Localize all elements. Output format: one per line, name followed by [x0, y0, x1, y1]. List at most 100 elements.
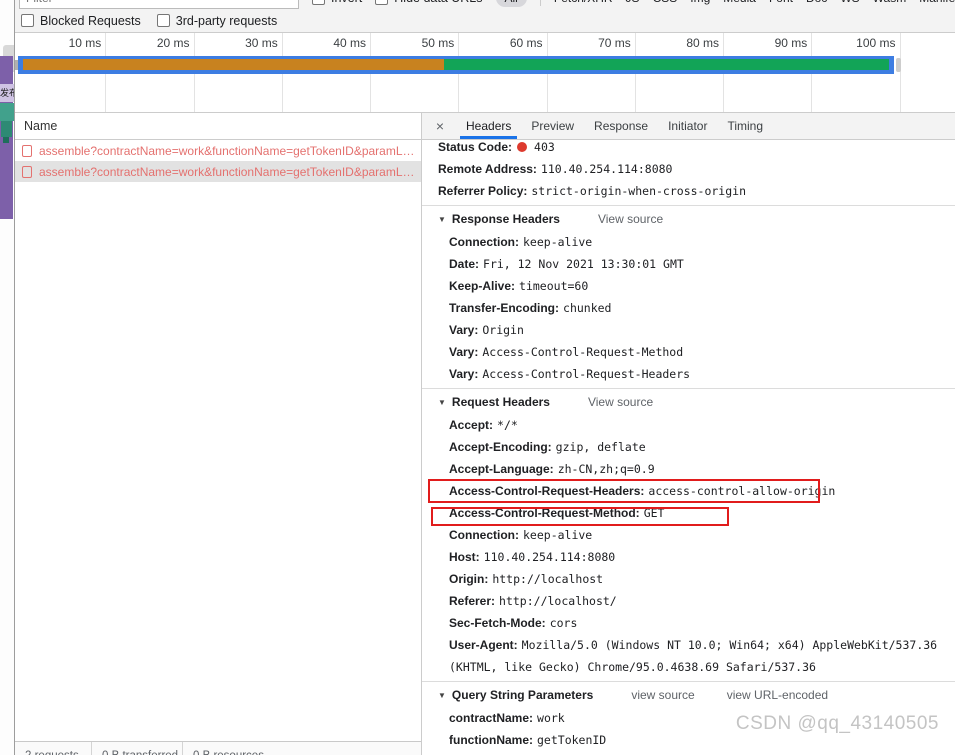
header-value: Origin	[482, 323, 524, 337]
type-filter-doc[interactable]: Doc	[806, 0, 827, 5]
timeline-tick-label: 80 ms	[686, 36, 719, 50]
header-name: User-Agent:	[449, 638, 518, 652]
third-party-requests-checkbox-group[interactable]: 3rd-party requests	[156, 14, 277, 28]
document-error-icon	[22, 144, 32, 157]
header-line: Transfer-Encoding: chunked	[438, 297, 945, 319]
tab-preview[interactable]: Preview	[521, 113, 584, 139]
timeline-selection-bar[interactable]	[18, 56, 894, 74]
timeline-tick-label: 100 ms	[856, 36, 896, 50]
page-teal-graphic	[0, 103, 14, 121]
summary-text: 2 requests	[25, 750, 81, 755]
header-line: Access-Control-Request-Headers: access-co…	[428, 479, 945, 503]
section-link[interactable]: View source	[598, 212, 663, 226]
timeline-right-handle[interactable]	[896, 58, 901, 72]
request-rows: assemble?contractName=work&functionName=…	[15, 140, 421, 182]
disclosure-triangle-icon[interactable]: ▼	[438, 398, 446, 407]
request-name-label: assemble?contractName=work&functionName=…	[39, 143, 415, 158]
tab-response[interactable]: Response	[584, 113, 658, 139]
header-line: Remote Address: 110.40.254.114:8080	[438, 158, 945, 180]
header-name: Vary:	[449, 367, 479, 381]
type-filter-all[interactable]: All	[495, 0, 527, 7]
section-link[interactable]: View source	[588, 395, 653, 409]
network-request-row[interactable]: assemble?contractName=work&functionName=…	[15, 161, 421, 182]
timeline-tick-label: 30 ms	[245, 36, 278, 50]
section-link[interactable]: view source	[631, 688, 694, 702]
header-name: Referrer Policy:	[438, 184, 528, 198]
header-value: 110.40.254.114:8080	[540, 162, 673, 176]
header-value: Mozilla/5.0 (Windows NT 10.0; Win64; x64…	[449, 638, 938, 674]
close-icon[interactable]: ×	[430, 113, 450, 139]
invert-checkbox[interactable]	[312, 0, 325, 5]
header-name: Accept-Encoding:	[449, 440, 552, 454]
blocked-requests-checkbox-group[interactable]: Blocked Requests	[21, 14, 141, 28]
section-header-response-headers[interactable]: ▼ Response Headers View source	[438, 208, 945, 231]
header-line: Vary: Access-Control-Request-Headers	[438, 363, 945, 385]
header-value: chunked	[563, 301, 612, 315]
section-title: Response Headers	[451, 212, 560, 226]
disclosure-triangle-icon[interactable]: ▼	[438, 691, 446, 700]
header-line: Connection: keep-alive	[438, 524, 945, 546]
tab-timing[interactable]: Timing	[717, 113, 773, 139]
header-name: Vary:	[449, 323, 479, 337]
type-filter-css[interactable]: CSS	[653, 0, 678, 5]
header-value: gzip, deflate	[555, 440, 646, 454]
header-value: cors	[549, 616, 578, 630]
header-line: Connection: keep-alive	[438, 231, 945, 253]
page-publish-button[interactable]: 发布	[0, 84, 14, 102]
header-name: Date:	[449, 257, 480, 271]
section-header-request-headers[interactable]: ▼ Request Headers View source	[438, 391, 945, 414]
header-name: functionName:	[449, 733, 533, 747]
section-divider	[422, 388, 955, 389]
type-filter-media[interactable]: Media	[723, 0, 756, 5]
header-line: Sec-Fetch-Mode: cors	[438, 612, 945, 634]
type-filter-fetch-xhr[interactable]: Fetch/XHR	[554, 0, 613, 5]
type-filter-wasm[interactable]: Wasm	[873, 0, 907, 5]
header-value: access-control-allow-origin	[648, 484, 836, 498]
header-value: Access-Control-Request-Headers	[482, 367, 691, 381]
tab-headers[interactable]: Headers	[456, 113, 521, 139]
section-divider	[422, 681, 955, 682]
header-name: Host:	[449, 550, 480, 564]
timeline-tick-label: 50 ms	[421, 36, 455, 50]
tab-initiator[interactable]: Initiator	[658, 113, 717, 139]
section-header-query-string-parameters[interactable]: ▼ Query String Parameters view source view …	[438, 684, 945, 707]
invert-checkbox-group[interactable]: Invert	[312, 0, 362, 5]
type-filter-ws[interactable]: WS	[840, 0, 859, 5]
header-line: Referer: http://localhost/	[438, 590, 945, 612]
type-filter-font[interactable]: Font	[769, 0, 793, 5]
timeline-activity-bar	[23, 59, 889, 70]
disclosure-triangle-icon[interactable]: ▼	[438, 215, 446, 224]
header-line: Vary: Access-Control-Request-Method	[438, 341, 945, 363]
header-line: Status Code: 403	[438, 140, 945, 158]
network-main-area: Name assemble?contractName=work&function…	[15, 113, 955, 755]
hide-data-urls-checkbox[interactable]	[375, 0, 389, 5]
type-filter-manifest[interactable]: Manifest	[919, 0, 955, 5]
header-name: Status Code:	[438, 140, 513, 154]
header-value: work	[537, 711, 565, 725]
header-name: Remote Address:	[438, 162, 537, 176]
header-line: Date: Fri, 12 Nov 2021 13:30:01 GMT	[438, 253, 945, 275]
header-name: Sec-Fetch-Mode:	[449, 616, 546, 630]
header-name: Access-Control-Request-Headers:	[449, 484, 645, 498]
header-line: Host: 110.40.254.114:8080	[438, 546, 945, 568]
header-name: Keep-Alive:	[449, 279, 516, 293]
section-link[interactable]: view URL-encoded	[727, 688, 828, 702]
name-column-header[interactable]: Name	[15, 113, 421, 140]
blocked-requests-checkbox[interactable]	[21, 14, 34, 27]
devtools-network-panel: Invert Hide data URLs All Fetch/XHR JS CSS I…	[14, 0, 955, 755]
header-line: Accept-Encoding: gzip, deflate	[438, 436, 945, 458]
third-party-requests-checkbox[interactable]	[156, 14, 170, 27]
type-filter-img[interactable]: Img	[690, 0, 710, 5]
header-name: Connection:	[449, 235, 519, 249]
hide-data-urls-checkbox-group[interactable]: Hide data URLs	[375, 0, 483, 5]
header-value: */*	[497, 418, 518, 432]
type-filter-js[interactable]: JS	[626, 0, 640, 5]
timeline-tick-label: 10 ms	[68, 36, 102, 50]
header-line: Accept: */*	[438, 414, 945, 436]
network-request-row[interactable]: assemble?contractName=work&functionName=…	[15, 140, 421, 161]
header-value: Fri, 12 Nov 2021 13:30:01 GMT	[483, 257, 684, 271]
header-value: zh-CN,zh;q=0.9	[557, 462, 655, 476]
summary-segment: 2 requests	[15, 742, 92, 755]
header-line: Referrer Policy: strict-origin-when-cross…	[438, 180, 945, 202]
summary-segment: 0 B transferred	[92, 742, 183, 755]
